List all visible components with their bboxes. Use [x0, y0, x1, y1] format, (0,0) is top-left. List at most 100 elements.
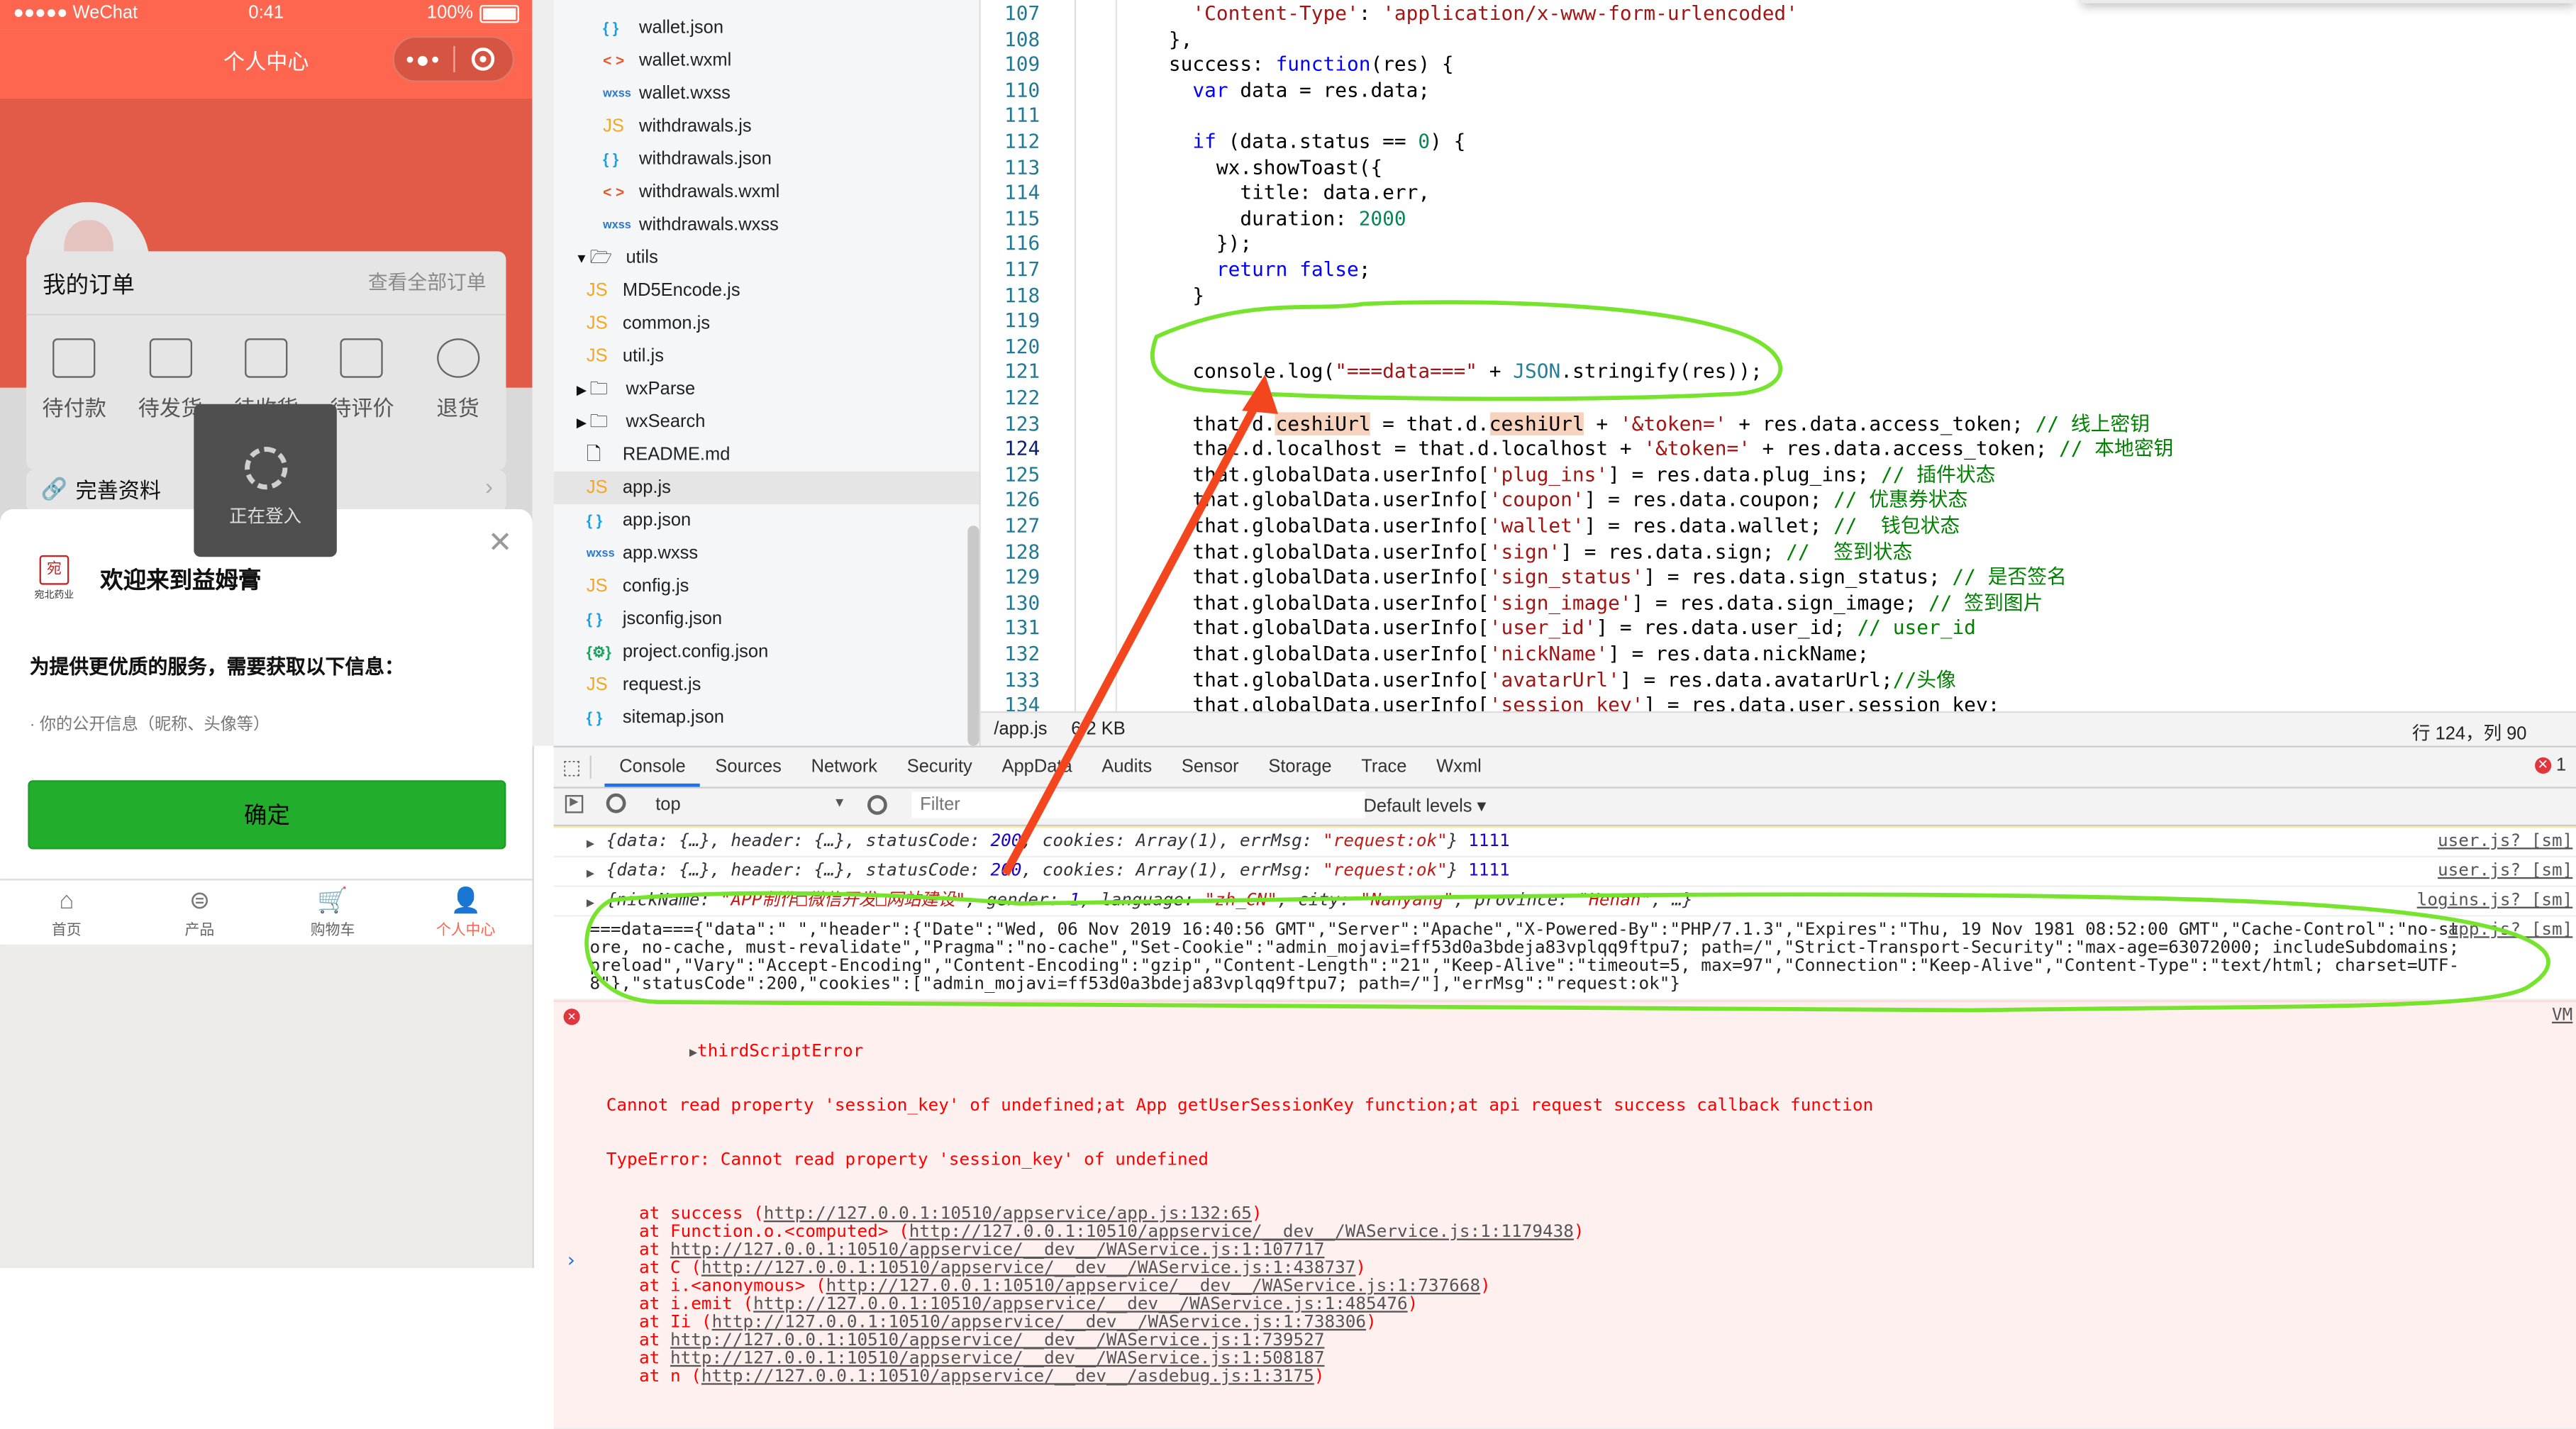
code-line[interactable]: 114 title: data.err,	[981, 181, 2576, 206]
code-line[interactable]: 121 console.log("===data===" + JSON.stri…	[981, 360, 2576, 386]
message-text[interactable]: {data: {…}, header: {…}, statusCode: 200…	[590, 831, 1510, 851]
tree-file[interactable]: { } wallet.json	[554, 11, 979, 44]
code-line[interactable]: 128 that.globalData.userInfo['sign'] = r…	[981, 540, 2576, 565]
tree-file[interactable]: JS MD5Encode.js	[554, 274, 979, 307]
tab-storage[interactable]: Storage	[1253, 747, 1346, 787]
source-link[interactable]: user.js? [sm]	[2438, 832, 2572, 850]
tree-file[interactable]: { } app.json	[554, 504, 979, 537]
frame-url-link[interactable]: http://127.0.0.1:10510/appservice/__dev_…	[670, 1240, 1325, 1260]
tree-file[interactable]: JS withdrawals.js	[554, 110, 979, 143]
code-line[interactable]: 113 wx.showToast({	[981, 155, 2576, 181]
frame-url-link[interactable]: http://127.0.0.1:10510/appservice/__dev_…	[753, 1294, 1408, 1314]
code-line[interactable]: 123 that.d.ceshiUrl = that.d.ceshiUrl + …	[981, 411, 2576, 437]
tree-file[interactable]: JS config.js	[554, 570, 979, 603]
tree-folder[interactable]: ▼ 🗁 utils	[554, 241, 979, 274]
error-source-link[interactable]: VM	[2552, 1006, 2572, 1025]
tree-file[interactable]: wxss app.wxss	[554, 537, 979, 569]
code-line[interactable]: 130 that.globalData.userInfo['sign_image…	[981, 591, 2576, 616]
code-line[interactable]: 120	[981, 335, 2576, 360]
frame-url-link[interactable]: http://127.0.0.1:10510/appservice/__dev_…	[670, 1349, 1325, 1369]
log-levels-dropdown[interactable]: Default levels ▾	[1364, 795, 1487, 816]
clear-console-icon[interactable]	[606, 793, 626, 813]
panel-splitter[interactable]	[532, 0, 555, 746]
code-line[interactable]: 125 that.globalData.userInfo['plug_ins']…	[981, 463, 2576, 489]
tab-cart[interactable]: 🛒 购物车	[266, 881, 399, 945]
tree-file[interactable]: { } jsconfig.json	[554, 603, 979, 635]
tree-file[interactable]: JS request.js	[554, 669, 979, 701]
frame-url-link[interactable]: http://127.0.0.1:10510/appservice/__dev_…	[909, 1222, 1574, 1242]
source-link[interactable]: app.js? [sm]	[2448, 921, 2573, 939]
tab-appdata[interactable]: AppData	[987, 747, 1087, 787]
more-dots-icon[interactable]: •●•	[394, 38, 453, 80]
expand-arrow-icon[interactable]: ▶	[587, 894, 594, 911]
tab-home[interactable]: ⌂ 首页	[0, 881, 133, 945]
code-line[interactable]: 112 if (data.status == 0) {	[981, 130, 2576, 155]
code-line[interactable]: 115 duration: 2000	[981, 206, 2576, 232]
tree-folder[interactable]: ▶ 🗀 wxSearch	[554, 406, 979, 438]
code-line[interactable]: 119	[981, 309, 2576, 335]
code-line[interactable]: 129 that.globalData.userInfo['sign_statu…	[981, 565, 2576, 591]
code-line[interactable]: 110 var data = res.data;	[981, 79, 2576, 104]
code-line[interactable]: 111	[981, 104, 2576, 130]
tab-trace[interactable]: Trace	[1346, 747, 1421, 787]
order-pending-payment[interactable]: 待付款	[26, 338, 121, 422]
code-line[interactable]: 127 that.globalData.userInfo['wallet'] =…	[981, 514, 2576, 540]
tree-file[interactable]: 🗋 README.md	[554, 438, 979, 471]
console-filter-input[interactable]	[911, 791, 1365, 818]
tree-file[interactable]: wxss wallet.wxss	[554, 77, 979, 110]
inspect-element-icon[interactable]: ⬚	[554, 755, 592, 779]
code-line[interactable]: 107 'Content-Type': 'application/x-www-f…	[981, 1, 2576, 27]
tab-network[interactable]: Network	[796, 747, 892, 787]
code-line[interactable]: 116 });	[981, 233, 2576, 258]
tab-profile[interactable]: 👤 个人中心	[399, 881, 533, 945]
show-sidebar-icon[interactable]: ▶	[565, 795, 584, 813]
tree-file[interactable]: wxss withdrawals.wxss	[554, 208, 979, 241]
tab-audits[interactable]: Audits	[1087, 747, 1167, 787]
tab-sources[interactable]: Sources	[701, 747, 796, 787]
code-line[interactable]: 109 success: function(res) {	[981, 53, 2576, 79]
tree-file[interactable]: {⚙} project.config.json	[554, 635, 979, 668]
code-line[interactable]: 124 that.d.localhost = that.d.localhost …	[981, 438, 2576, 463]
chevron-right-icon[interactable]: ▶	[573, 415, 589, 430]
error-counter[interactable]: ✕ 1	[2534, 755, 2566, 775]
tab-sensor[interactable]: Sensor	[1167, 747, 1253, 787]
tree-file[interactable]: JS util.js	[554, 340, 979, 372]
message-text[interactable]: {nickName: "APP制作□微信开发□网站建设", gender: 1,…	[590, 890, 1693, 910]
code-line[interactable]: 134 that.globalData.userInfo['session_ke…	[981, 694, 2576, 711]
error-title[interactable]: thirdScriptError	[697, 1042, 863, 1062]
frame-url-link[interactable]: http://127.0.0.1:10510/appservice/__dev_…	[712, 1313, 1367, 1333]
tree-file[interactable]: { } withdrawals.json	[554, 143, 979, 176]
frame-url-link[interactable]: http://127.0.0.1:10510/appservice/__dev_…	[701, 1258, 1356, 1278]
expand-arrow-icon[interactable]: ▶	[587, 864, 594, 882]
order-return[interactable]: 退货	[410, 338, 505, 422]
view-all-orders-link[interactable]: 查看全部订单	[368, 268, 487, 296]
frame-url-link[interactable]: http://127.0.0.1:10510/appservice/__dev_…	[826, 1277, 1481, 1296]
source-link[interactable]: logins.js? [sm]	[2417, 891, 2573, 910]
message-text[interactable]: {data: {…}, header: {…}, statusCode: 200…	[590, 861, 1510, 881]
tree-file[interactable]: < > wallet.wxml	[554, 45, 979, 77]
code-line[interactable]: 122	[981, 386, 2576, 411]
tree-folder[interactable]: ▶ 🗀 wxParse	[554, 373, 979, 406]
file-tree-scrollbar[interactable]	[967, 526, 979, 746]
code-line[interactable]: 131 that.globalData.userInfo['user_id'] …	[981, 617, 2576, 643]
tab-products[interactable]: ⊜ 产品	[133, 881, 267, 945]
tree-file[interactable]: JS common.js	[554, 307, 979, 340]
close-icon[interactable]: ✕	[488, 526, 513, 560]
tab-wxml[interactable]: Wxml	[1421, 747, 1496, 787]
tree-file[interactable]: < > withdrawals.wxml	[554, 176, 979, 208]
tab-security[interactable]: Security	[892, 747, 987, 787]
live-expression-icon[interactable]	[867, 795, 887, 815]
code-line[interactable]: 118 }	[981, 284, 2576, 309]
context-select[interactable]: top ▼	[655, 795, 846, 815]
frame-url-link[interactable]: http://127.0.0.1:10510/appservice/__dev_…	[670, 1330, 1325, 1350]
tree-file[interactable]: JS app.js	[553, 471, 979, 505]
code-editor[interactable]: 107 'Content-Type': 'application/x-www-f…	[980, 0, 2576, 711]
frame-url-link[interactable]: http://127.0.0.1:10510/appservice/__dev_…	[701, 1367, 1314, 1386]
code-line[interactable]: 132 that.globalData.userInfo['nickName']…	[981, 643, 2576, 668]
chevron-right-icon[interactable]: ▶	[573, 382, 589, 397]
code-line[interactable]: 108 },	[981, 27, 2576, 52]
tree-file[interactable]: { } sitemap.json	[554, 701, 979, 734]
code-line[interactable]: 117 return false;	[981, 258, 2576, 284]
target-circle-icon[interactable]	[454, 48, 512, 71]
code-line[interactable]: 133 that.globalData.userInfo['avatarUrl'…	[981, 668, 2576, 694]
